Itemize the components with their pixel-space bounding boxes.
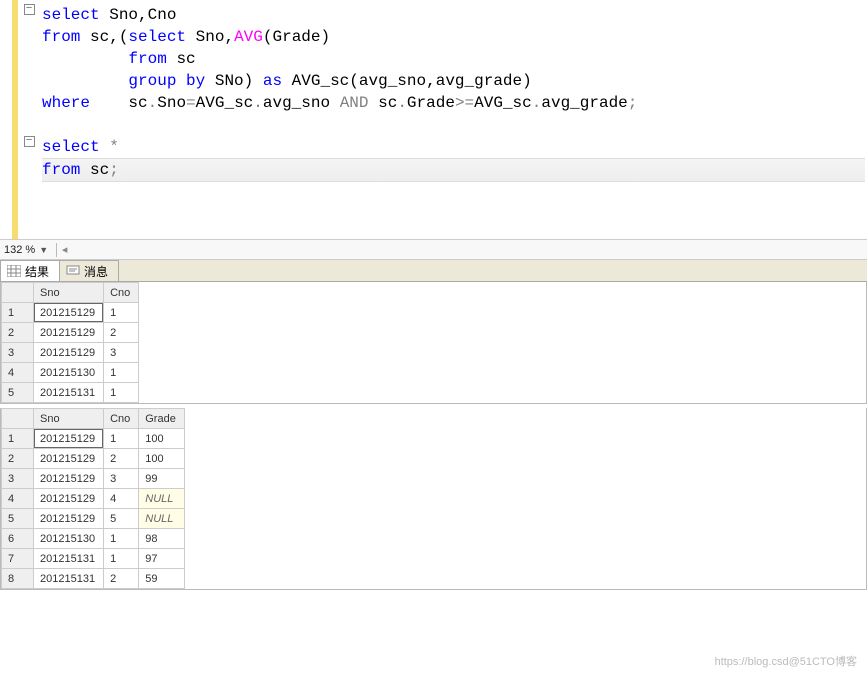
results-grid-2[interactable]: SnoCnoGrade12012151291100220121512921003…	[0, 408, 867, 590]
row-number[interactable]: 7	[2, 549, 34, 569]
cell[interactable]: 3	[104, 343, 139, 363]
cell[interactable]: 201215129	[34, 509, 104, 529]
cell[interactable]: 98	[139, 529, 185, 549]
cell[interactable]: 97	[139, 549, 185, 569]
messages-icon	[66, 265, 80, 277]
row-number[interactable]: 2	[2, 323, 34, 343]
cell[interactable]: 3	[104, 469, 139, 489]
table-row[interactable]: 22012151292100	[2, 449, 185, 469]
grid-icon	[7, 265, 21, 277]
table-row[interactable]: 7201215131197	[2, 549, 185, 569]
cell[interactable]: 201215129	[34, 303, 104, 323]
cell[interactable]: 1	[104, 429, 139, 449]
table-row[interactable]: 32012151293	[2, 343, 139, 363]
tab-messages[interactable]: 消息	[59, 260, 119, 281]
table-row[interactable]: 52012151295NULL	[2, 509, 185, 529]
cell[interactable]: NULL	[139, 489, 185, 509]
column-header[interactable]: Sno	[34, 283, 104, 303]
row-number[interactable]: 3	[2, 469, 34, 489]
code-line[interactable]: from sc;	[42, 158, 865, 182]
table-row[interactable]: 52012151311	[2, 383, 139, 403]
result-tabs: 结果 消息	[0, 260, 867, 282]
table-row[interactable]: 3201215129399	[2, 469, 185, 489]
column-header[interactable]: Sno	[34, 409, 104, 429]
cell[interactable]: 201215129	[34, 343, 104, 363]
cell[interactable]: 2	[104, 323, 139, 343]
watermark: https://blog.csd@51CTO博客	[715, 653, 857, 669]
row-number[interactable]: 3	[2, 343, 34, 363]
cell[interactable]: 1	[104, 529, 139, 549]
cell[interactable]: 201215129	[34, 323, 104, 343]
cell[interactable]: 100	[139, 449, 185, 469]
zoom-level[interactable]: 132 %	[4, 244, 35, 256]
column-header[interactable]: Grade	[139, 409, 185, 429]
cell[interactable]: 99	[139, 469, 185, 489]
row-number[interactable]: 8	[2, 569, 34, 589]
marker-margin	[0, 0, 12, 239]
cell[interactable]: 5	[104, 509, 139, 529]
cell[interactable]: 1	[104, 549, 139, 569]
fold-toggle[interactable]: −	[24, 4, 35, 15]
cell[interactable]: 201215129	[34, 489, 104, 509]
row-number[interactable]: 6	[2, 529, 34, 549]
code-line[interactable]: from sc	[42, 48, 865, 70]
table-row[interactable]: 12012151291100	[2, 429, 185, 449]
sql-editor[interactable]: −− select Sno,Cnofrom sc,(select Sno,AVG…	[0, 0, 867, 240]
hscroll-left-icon[interactable]: ◂	[56, 243, 72, 257]
table-row[interactable]: 42012151294NULL	[2, 489, 185, 509]
table-row[interactable]: 12012151291	[2, 303, 139, 323]
cell[interactable]: NULL	[139, 509, 185, 529]
code-line[interactable]: group by SNo) as AVG_sc(avg_sno,avg_grad…	[42, 70, 865, 92]
table-row[interactable]: 42012151301	[2, 363, 139, 383]
fold-gutter[interactable]: −−	[18, 0, 40, 239]
cell[interactable]: 201215129	[34, 449, 104, 469]
cell[interactable]: 201215131	[34, 383, 104, 403]
tab-messages-label: 消息	[84, 263, 108, 280]
table-row[interactable]: 6201215130198	[2, 529, 185, 549]
code-line[interactable]: select *	[42, 136, 865, 158]
cell[interactable]: 2	[104, 449, 139, 469]
row-number[interactable]: 2	[2, 449, 34, 469]
table-row[interactable]: 22012151292	[2, 323, 139, 343]
fold-toggle[interactable]: −	[24, 136, 35, 147]
code-line[interactable]: where sc.Sno=AVG_sc.avg_sno AND sc.Grade…	[42, 92, 865, 114]
code-line[interactable]: select Sno,Cno	[42, 4, 865, 26]
cell[interactable]: 201215129	[34, 469, 104, 489]
cell[interactable]: 1	[104, 303, 139, 323]
results-grid-1[interactable]: SnoCno1201215129122012151292320121512934…	[0, 282, 867, 404]
row-number[interactable]: 4	[2, 489, 34, 509]
tab-results[interactable]: 结果	[0, 260, 60, 281]
zoom-dropdown-icon[interactable]: ▼	[39, 245, 48, 255]
cell[interactable]: 59	[139, 569, 185, 589]
column-header[interactable]: Cno	[104, 283, 139, 303]
cell[interactable]: 201215130	[34, 363, 104, 383]
corner-header[interactable]	[2, 409, 34, 429]
cell[interactable]: 201215130	[34, 529, 104, 549]
code-line[interactable]: from sc,(select Sno,AVG(Grade)	[42, 26, 865, 48]
cell[interactable]: 100	[139, 429, 185, 449]
cell[interactable]: 201215129	[34, 429, 104, 449]
code-area[interactable]: select Sno,Cnofrom sc,(select Sno,AVG(Gr…	[40, 0, 867, 239]
row-number[interactable]: 5	[2, 383, 34, 403]
cell[interactable]: 2	[104, 569, 139, 589]
zoom-bar: 132 % ▼ ◂	[0, 240, 867, 260]
cell[interactable]: 4	[104, 489, 139, 509]
cell[interactable]: 201215131	[34, 569, 104, 589]
table-row[interactable]: 8201215131259	[2, 569, 185, 589]
cell[interactable]: 1	[104, 383, 139, 403]
cell[interactable]: 201215131	[34, 549, 104, 569]
cell[interactable]: 1	[104, 363, 139, 383]
corner-header[interactable]	[2, 283, 34, 303]
row-number[interactable]: 1	[2, 303, 34, 323]
row-number[interactable]: 4	[2, 363, 34, 383]
row-number[interactable]: 1	[2, 429, 34, 449]
tab-results-label: 结果	[25, 263, 49, 280]
code-line[interactable]	[42, 114, 865, 136]
column-header[interactable]: Cno	[104, 409, 139, 429]
row-number[interactable]: 5	[2, 509, 34, 529]
